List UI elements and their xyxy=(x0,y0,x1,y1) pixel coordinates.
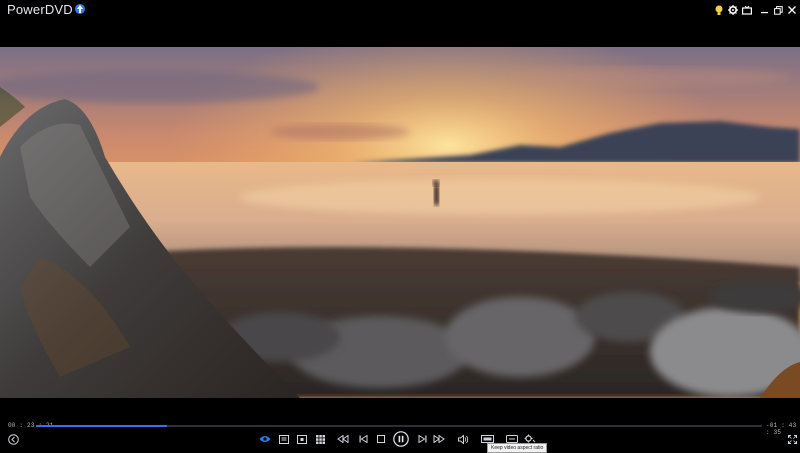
restore-icon[interactable] xyxy=(771,3,785,17)
playlist-icon[interactable] xyxy=(277,432,291,446)
grid-menu-icon[interactable] xyxy=(313,432,327,446)
video-still-image xyxy=(0,47,800,398)
rewind-icon[interactable] xyxy=(336,432,350,446)
minimize-icon[interactable] xyxy=(758,3,772,17)
app-title: PowerDVD xyxy=(7,2,73,17)
pause-icon[interactable] xyxy=(392,430,410,448)
previous-icon[interactable] xyxy=(356,432,370,446)
gear-icon[interactable] xyxy=(726,3,740,17)
stop-icon[interactable] xyxy=(374,432,388,446)
eye-icon[interactable] xyxy=(258,432,272,446)
lightbulb-icon[interactable] xyxy=(712,3,726,17)
volume-icon[interactable] xyxy=(456,432,470,446)
title-bar: PowerDVD xyxy=(0,0,800,20)
fast-forward-icon[interactable] xyxy=(432,432,446,446)
tv-icon[interactable] xyxy=(740,3,754,17)
snapshot-icon[interactable] xyxy=(295,432,309,446)
back-icon[interactable] xyxy=(6,432,20,446)
close-icon[interactable] xyxy=(785,3,799,17)
update-notification-icon[interactable] xyxy=(75,4,85,14)
next-icon[interactable] xyxy=(415,432,429,446)
seek-bar-progress xyxy=(36,425,167,427)
video-frame[interactable] xyxy=(0,47,800,398)
fullscreen-icon[interactable] xyxy=(785,432,799,446)
aspect-ratio-tooltip: Keep video aspect ratio xyxy=(487,443,548,453)
seek-bar[interactable] xyxy=(36,425,762,427)
